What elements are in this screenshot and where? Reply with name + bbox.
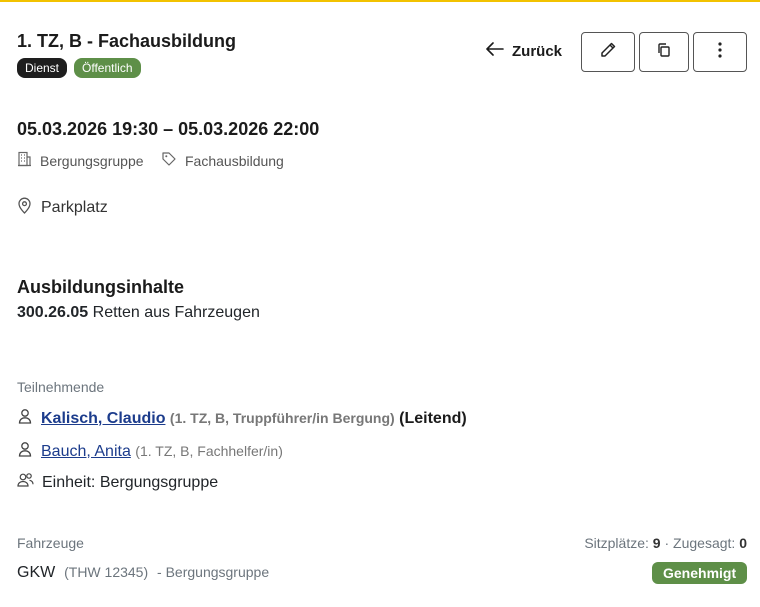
vehicle-unit: - Bergungsgruppe [157,564,270,580]
badge-dienst: Dienst [17,58,68,78]
confirmed-label: Zugesagt: [673,535,736,551]
vehicles-label: Fahrzeuge [17,535,84,551]
arrow-left-icon [486,42,504,60]
back-label: Zurück [512,42,563,60]
training-text: Retten aus Fahrzeugen [92,304,260,321]
participant-row: Kalisch, Claudio (1. TZ, B, Truppführer/… [17,408,467,429]
unit-participant-label: Einheit: Bergungsgruppe [42,473,219,491]
stats-separator: · [664,535,670,551]
seats-value: 9 [652,535,661,551]
badge-oeffentlich: Öffentlich [74,58,141,78]
participant-detail: (1. TZ, B, Truppführer/in Bergung) [169,409,395,426]
edit-button[interactable] [581,32,635,72]
vehicle-name: GKW [17,564,56,581]
pencil-icon [599,41,617,64]
meta-unit: Bergungsgruppe [17,151,144,170]
page-title: 1. TZ, B - Fachausbildung [17,31,237,51]
back-button[interactable]: Zurück [486,42,562,60]
more-vertical-icon [718,41,722,63]
event-date-range: 05.03.2026 19:30 – 05.03.2026 22:00 [17,119,320,139]
participants-label: Teilnehmende [17,379,105,395]
participant-row: Bauch, Anita (1. TZ, B, Fachhelfer/in) [17,441,283,462]
copy-icon [656,42,672,63]
participant-link[interactable]: Bauch, Anita [41,443,131,460]
participant-link[interactable]: Kalisch, Claudio [41,410,165,427]
copy-button[interactable] [639,32,689,72]
meta-category: Fachausbildung [161,151,284,170]
vehicle-row: GKW (THW 12345) - Bergungsgruppe [17,564,269,582]
training-code: 300.26.05 [17,304,89,321]
participant-role: (Leitend) [399,409,467,427]
map-pin-icon [17,197,32,219]
unit-participant-row: Einheit: Bergungsgruppe [17,472,218,493]
confirmed-value: 0 [739,535,747,551]
badge-group: Dienst Öffentlich [17,58,141,78]
unit-label: Bergungsgruppe [40,152,144,169]
tag-icon [161,151,177,170]
category-label: Fachausbildung [185,152,284,169]
vehicle-status-badge: Genehmigt [652,562,748,584]
seats-label: Sitzplätze: [584,535,649,551]
vehicle-plate: (THW 12345) [64,564,149,580]
participant-detail: (1. TZ, B, Fachhelfer/in) [135,442,283,459]
person-icon [17,441,33,462]
people-icon [17,472,34,493]
training-heading: Ausbildungsinhalte [17,277,185,297]
person-icon [17,408,33,429]
location: Parkplatz [17,197,108,219]
building-icon [17,151,32,170]
location-label: Parkplatz [41,199,108,216]
training-item: 300.26.05 Retten aus Fahrzeugen [17,304,260,322]
vehicle-stats: Sitzplätze: 9 · Zugesagt: 0 [584,535,747,551]
accent-bar [0,0,760,2]
more-options-button[interactable] [693,32,747,72]
